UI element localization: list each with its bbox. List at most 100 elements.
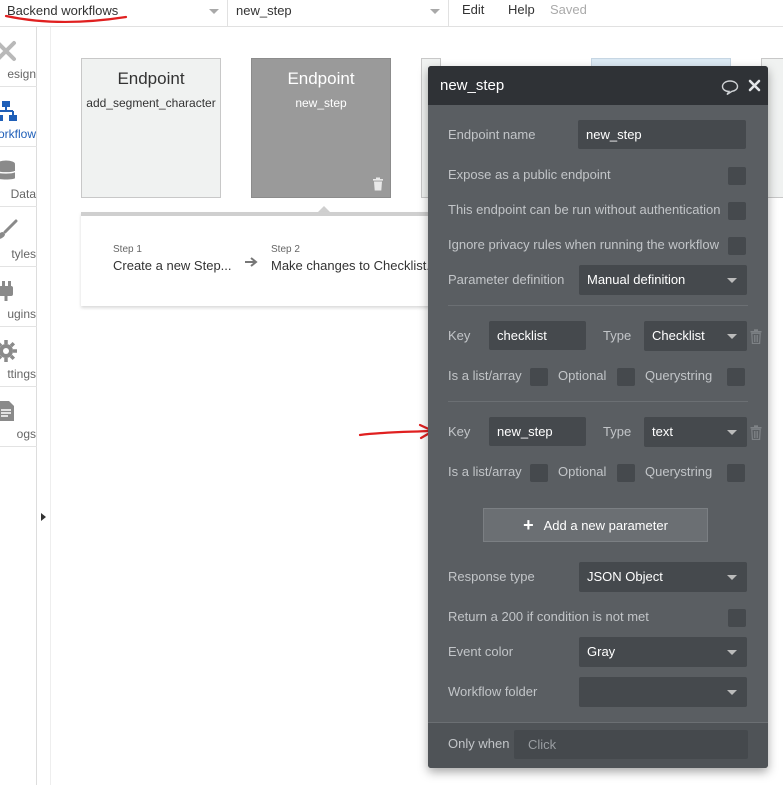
page-selector-dropdown[interactable]: Backend workflows [0,0,228,27]
sidebar-item-label: orkflow [0,127,36,141]
param-querystring-checkbox[interactable] [727,464,745,482]
expose-public-label: Expose as a public endpoint [448,167,611,182]
panel-header[interactable]: new_step [428,66,768,105]
workflow-selector-value: new_step [236,3,292,18]
add-parameter-button[interactable]: + Add a new parameter [483,508,708,542]
param-querystring-checkbox[interactable] [727,368,745,386]
workflow-card[interactable]: Endpoint add_segment_character [81,58,221,198]
logs-icon [0,401,14,421]
workflow-steps-bar: Step 1 Create a new Step... Step 2 Make … [81,212,441,306]
workflow-card-selected[interactable]: Endpoint new_step [251,58,391,198]
plus-icon: + [523,515,534,535]
sidebar-expand-arrow-icon[interactable] [41,513,46,521]
card-endpoint-name: add_segment_character [86,96,216,110]
canvas-divider [50,27,51,785]
param-querystring-label: Querystring [645,368,713,383]
parameter-definition-value: Manual definition [587,272,686,287]
trash-icon[interactable] [750,329,762,344]
return-200-checkbox[interactable] [728,609,746,627]
workflow-selector-dropdown[interactable]: new_step [229,0,449,27]
menu-help[interactable]: Help [508,0,535,22]
no-auth-label: This endpoint can be run without authent… [448,202,721,217]
chevron-down-icon [727,334,737,339]
endpoint-name-label: Endpoint name [448,127,536,142]
design-icon [0,41,16,61]
param-key-input[interactable]: checklist [489,321,586,350]
trash-icon[interactable] [750,425,762,440]
step-label: Step 1 [113,244,142,255]
only-when-row: Only when Click [428,722,768,768]
sidebar-item-plugins[interactable]: ugins [0,267,37,327]
ignore-privacy-checkbox[interactable] [728,237,746,255]
panel-title: new_step [440,77,505,94]
step-name: Make changes to Checklist... [271,258,438,273]
menu-edit[interactable]: Edit [462,0,484,22]
step-1[interactable]: Step 1 Create a new Step... [113,244,232,273]
param-type-label: Type [603,424,632,439]
param-key-label: Key [448,424,471,439]
sidebar-item-label: ugins [7,307,36,321]
param-type-label: Type [603,328,632,343]
divider [448,305,748,306]
param-key-input[interactable]: new_step [489,417,586,446]
sidebar-item-settings[interactable]: ttings [0,327,37,387]
top-bar: Backend workflows new_step Edit Help Sav… [0,0,783,27]
param-optional-checkbox[interactable] [617,368,635,386]
page-selector-value: Backend workflows [7,3,119,18]
left-sidebar: esign orkflow Data tyles ugins ttings og… [0,27,37,785]
chevron-down-icon [209,9,219,14]
database-icon [0,160,16,180]
response-type-select[interactable]: JSON Object [579,562,747,592]
trash-icon[interactable] [372,177,384,191]
param-list-label: Is a list/array [448,464,522,479]
sidebar-item-data[interactable]: Data [0,147,37,207]
add-parameter-label: Add a new parameter [543,518,668,533]
divider [448,401,748,402]
param-optional-checkbox[interactable] [617,464,635,482]
no-auth-checkbox[interactable] [728,202,746,220]
param-querystring-label: Querystring [645,464,713,479]
expose-public-checkbox[interactable] [728,167,746,185]
ignore-privacy-label: Ignore privacy rules when running the wo… [448,237,719,252]
red-arrow-annotation [358,423,435,440]
param-type-value: Checklist [652,328,705,343]
param-type-select[interactable]: text [644,417,747,447]
comment-icon[interactable] [721,79,739,95]
parameter-definition-select[interactable]: Manual definition [579,265,747,295]
chevron-down-icon [430,9,440,14]
chevron-down-icon [727,650,737,655]
property-editor-panel: new_step Endpoint name new_step Expose a… [428,66,768,768]
response-type-value: JSON Object [587,569,663,584]
event-color-select[interactable]: Gray [579,637,747,667]
plug-icon [0,281,13,301]
gear-icon [0,340,17,362]
only-when-condition-input[interactable]: Click [514,730,748,759]
param-optional-label: Optional [558,464,607,479]
endpoint-name-input[interactable]: new_step [578,120,746,149]
workflow-folder-select[interactable] [579,677,747,707]
param-type-select[interactable]: Checklist [644,321,747,351]
sidebar-item-design[interactable]: esign [0,27,37,87]
only-when-label: Only when [448,736,510,751]
chevron-down-icon [727,278,737,283]
step-2[interactable]: Step 2 Make changes to Checklist... [271,244,437,273]
brush-icon [0,219,18,239]
card-title: Endpoint [287,69,355,88]
sidebar-item-label: Data [10,187,36,201]
chevron-down-icon [727,575,737,580]
param-list-checkbox[interactable] [530,464,548,482]
response-type-label: Response type [448,569,535,584]
sidebar-item-logs[interactable]: ogs [0,387,37,447]
return-200-label: Return a 200 if condition is not met [448,609,649,624]
sidebar-item-label: esign [7,67,36,81]
card-endpoint-name: new_step [295,96,347,110]
sidebar-item-workflow[interactable]: orkflow [0,87,37,147]
event-color-value: Gray [587,644,616,659]
step-name: Create a new Step... [113,258,232,273]
param-list-checkbox[interactable] [530,368,548,386]
close-icon[interactable] [748,79,761,92]
param-type-value: text [652,424,673,439]
event-color-label: Event color [448,644,514,659]
sidebar-item-styles[interactable]: tyles [0,207,37,267]
param-list-label: Is a list/array [448,368,522,383]
